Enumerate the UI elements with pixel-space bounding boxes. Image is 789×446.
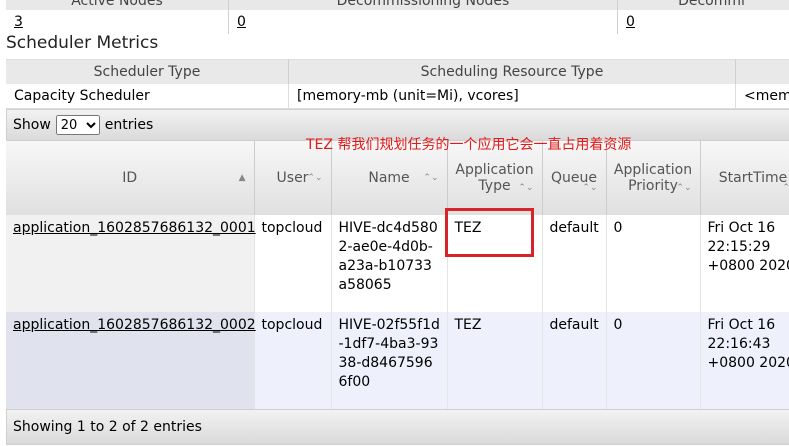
priority-cell: 0 bbox=[606, 312, 701, 409]
header-decommissioned: Decommi bbox=[617, 0, 789, 10]
priority-cell: 0 bbox=[606, 215, 701, 312]
start-time-cell: Fri Oct 16 22:16:43 +0800 2020 bbox=[700, 312, 789, 409]
table-row: application_1602857686132_0002 topcloud … bbox=[6, 312, 789, 409]
decommissioning-nodes-cell: 0 bbox=[228, 10, 618, 34]
annotation-highlight-box bbox=[445, 208, 534, 257]
app-id-cell: application_1602857686132_0001 bbox=[6, 215, 256, 312]
user-cell: topcloud bbox=[254, 312, 332, 409]
scheduler-metrics-table: Scheduler Type Scheduling Resource Type … bbox=[6, 59, 789, 109]
sort-both-icon: ⌃⌄ bbox=[676, 183, 692, 193]
column-label-id: ID bbox=[122, 170, 138, 186]
header-minimum-allocation bbox=[735, 59, 789, 84]
application-id-link[interactable]: application_1602857686132_0001 bbox=[13, 220, 256, 236]
name-cell: HIVE-02f55f1d-1df7-4ba3-9338-d84675966f0… bbox=[331, 312, 448, 409]
column-header-id[interactable]: ID ▲ bbox=[6, 141, 255, 215]
annotation-note: TEZ 帮我们规划任务的一个应用它会一直占用着资源 bbox=[306, 137, 632, 153]
queue-cell: default bbox=[542, 312, 607, 409]
applications-table: ID ▲ User ⌃⌄ Name ⌃⌄ Application Type ⌃⌄ Que… bbox=[6, 141, 789, 409]
app-id-cell: application_1602857686132_0002 bbox=[6, 312, 256, 409]
decommissioned-nodes-cell: 0 bbox=[617, 10, 789, 34]
header-scheduling-resource-type: Scheduling Resource Type bbox=[288, 59, 736, 84]
sort-both-icon: ⌃⌄ bbox=[782, 183, 789, 193]
sort-ascending-icon: ▲ bbox=[238, 173, 246, 183]
showing-entries-text: Showing 1 to 2 of 2 entries bbox=[13, 419, 202, 435]
page-size-select[interactable]: 10 20 50 100 bbox=[55, 115, 100, 135]
decommissioned-nodes-link[interactable]: 0 bbox=[626, 14, 635, 30]
scheduler-type-cell: Capacity Scheduler bbox=[6, 84, 289, 109]
header-active-nodes: Active Nodes bbox=[6, 0, 229, 10]
column-label-name: Name bbox=[368, 170, 410, 186]
sort-both-icon: ⌃⌄ bbox=[518, 183, 534, 193]
decommissioning-nodes-link[interactable]: 0 bbox=[237, 14, 246, 30]
show-label: Show bbox=[13, 117, 51, 133]
table-row: application_1602857686132_0001 topcloud … bbox=[6, 215, 789, 312]
start-time-cell: Fri Oct 16 22:15:29 +0800 2020 bbox=[700, 215, 789, 312]
applications-panel: Show 10 20 50 100 entries ID▲ User⌃⌄ Nam… bbox=[6, 109, 789, 445]
active-nodes-link[interactable]: 3 bbox=[14, 14, 23, 30]
cluster-metrics-table: Active Nodes Decommissioning Nodes Decom… bbox=[6, 0, 789, 34]
scheduling-resource-type-cell: [memory-mb (unit=Mi), vcores] bbox=[288, 84, 736, 109]
queue-cell: default bbox=[542, 215, 607, 312]
entries-label: entries bbox=[104, 117, 154, 133]
sort-both-icon: ⌃⌄ bbox=[582, 183, 598, 193]
sort-both-icon: ⌃⌄ bbox=[307, 173, 323, 183]
application-type-cell: TEZ bbox=[447, 312, 543, 409]
minimum-allocation-cell: <memo bbox=[735, 84, 789, 109]
table-info-footer: Showing 1 to 2 of 2 entries bbox=[6, 409, 789, 445]
header-decommissioning-nodes: Decommissioning Nodes bbox=[228, 0, 618, 10]
application-id-link[interactable]: application_1602857686132_0002 bbox=[13, 317, 256, 333]
scheduler-metrics-title: Scheduler Metrics bbox=[6, 33, 159, 53]
user-cell: topcloud bbox=[254, 215, 332, 312]
name-cell: HIVE-dc4d5802-ae0e-4d0b-a23a-b10733a5806… bbox=[331, 215, 448, 312]
column-label-user: User bbox=[276, 170, 309, 186]
column-label-start-time: StartTime bbox=[718, 170, 788, 186]
header-scheduler-type: Scheduler Type bbox=[6, 59, 289, 84]
sort-both-icon: ⌃⌄ bbox=[423, 173, 439, 183]
active-nodes-cell: 3 bbox=[6, 10, 229, 34]
column-header-start-time[interactable]: StartTime⌃⌄ bbox=[700, 141, 789, 215]
